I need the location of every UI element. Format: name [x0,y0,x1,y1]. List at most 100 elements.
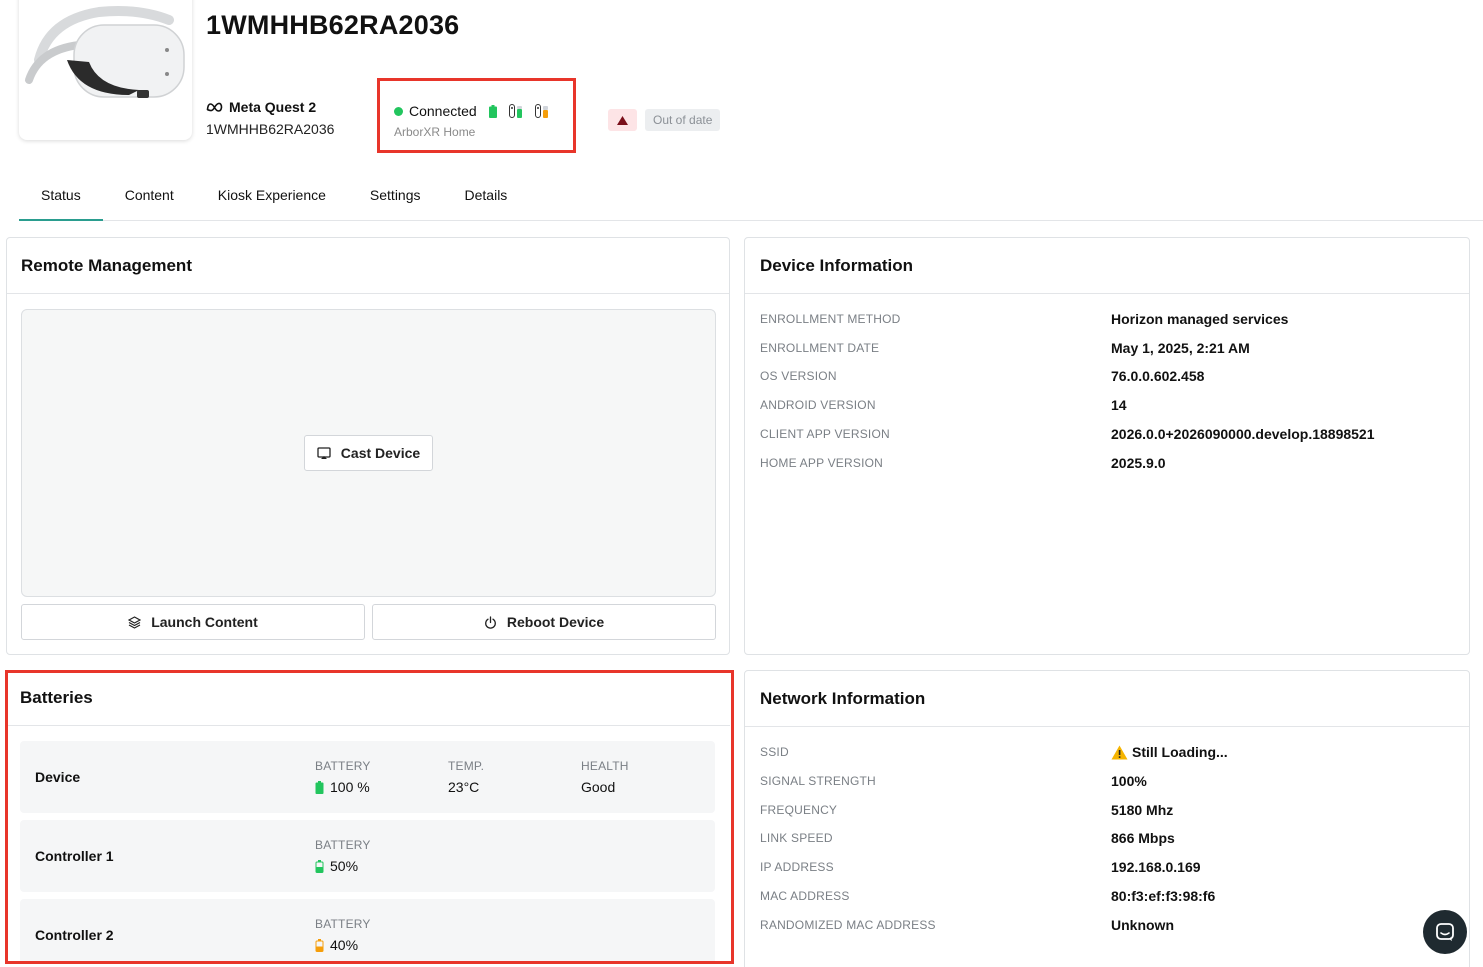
chat-icon [1436,923,1454,941]
info-row-randomized-mac-address: RANDOMIZED MAC ADDRESS Unknown [760,915,1460,935]
model-name: Meta Quest 2 [206,99,316,115]
warning-triangle-icon [617,115,628,125]
info-label: ENROLLMENT METHOD [760,312,901,326]
chat-support-button[interactable] [1423,910,1467,954]
battery-row-controller-1: Controller 1 BATTERY 50% [20,820,715,892]
network-information-title: Network Information [745,671,1469,727]
info-row-client-app-version: CLIENT APP VERSION 2026.0.0+2026090000.d… [760,424,1460,444]
device-information-title: Device Information [745,238,1469,294]
info-value: 5180 Mhz [1111,802,1174,818]
battery-label: BATTERY [315,838,371,852]
cast-preview-area: Cast Device [21,309,716,597]
controller-2-battery-icon [534,104,549,118]
battery-col: BATTERY 50% [315,838,371,874]
temp-label: TEMP. [448,759,485,773]
info-row-os-version: OS VERSION 76.0.0.602.458 [760,366,1460,386]
battery-row-name: Device [35,769,81,785]
tab-settings[interactable]: Settings [348,175,443,220]
info-label: SSID [760,745,789,759]
reboot-device-label: Reboot Device [506,614,605,630]
battery-percent: 40% [330,937,359,953]
cast-device-button[interactable]: Cast Device [304,435,433,471]
temp-col: TEMP. 23°C [448,759,484,795]
warning-badge[interactable] [608,109,637,131]
health-label: HEALTH [581,759,629,773]
connection-subtitle: ArborXR Home [394,125,476,139]
info-row-ssid: SSID Still Loading... [760,742,1460,762]
warning-icon [1111,745,1128,759]
info-value: Still Loading... [1111,744,1228,760]
info-value: 2025.9.0 [1111,455,1166,471]
reboot-device-button[interactable]: Reboot Device [372,604,716,640]
info-label: MAC ADDRESS [760,889,850,903]
battery-value: 40% [315,937,371,953]
battery-half-icon [315,859,324,873]
meta-logo-icon [206,102,223,112]
model-label: Meta Quest 2 [229,99,317,115]
info-row-enrollment-date: ENROLLMENT DATE May 1, 2025, 2:21 AM [760,338,1460,358]
battery-value: 100 % [315,779,371,795]
info-label: OS VERSION [760,369,837,383]
network-information-card: Network Information SSID Still Loading..… [744,670,1470,967]
connection-status-box: Connected ArborXR Home [377,78,576,153]
battery-full-icon [315,780,324,794]
info-row-enrollment-method: ENROLLMENT METHOD Horizon managed servic… [760,309,1460,329]
connected-dot-icon [394,106,403,116]
device-title: 1WMHHB62RA2036 [206,10,460,40]
battery-label: BATTERY [315,759,371,773]
headset-image [25,6,185,98]
info-row-link-speed: LINK SPEED 866 Mbps [760,828,1460,848]
out-of-date-badge[interactable]: Out of date [645,109,721,131]
info-label: FREQUENCY [760,803,838,817]
cast-icon [317,446,331,459]
launch-content-button[interactable]: Launch Content [21,604,365,640]
info-row-frequency: FREQUENCY 5180 Mhz [760,800,1460,820]
info-value: Unknown [1111,917,1174,933]
info-row-mac-address: MAC ADDRESS 80:f3:ef:f3:98:f6 [760,886,1460,906]
info-label: HOME APP VERSION [760,456,884,470]
info-row-signal-strength: SIGNAL STRENGTH 100% [760,771,1460,791]
battery-col: BATTERY 100 % [315,759,371,795]
info-label: CLIENT APP VERSION [760,427,890,441]
info-value: Horizon managed services [1111,311,1289,327]
battery-row-controller-2: Controller 2 BATTERY 40% [20,899,715,961]
info-value: May 1, 2025, 2:21 AM [1111,340,1250,356]
info-label: RANDOMIZED MAC ADDRESS [760,918,936,932]
tab-details[interactable]: Details [443,175,530,220]
battery-percent: 50% [330,858,359,874]
battery-label: BATTERY [315,917,371,931]
info-value: 2026.0.0+2026090000.develop.18898521 [1111,426,1375,442]
info-row-home-app-version: HOME APP VERSION 2025.9.0 [760,453,1460,473]
device-information-card: Device Information ENROLLMENT METHOD Hor… [744,237,1470,655]
battery-row-device: Device BATTERY 100 % TEMP. 23°C HEALTH G… [20,741,715,813]
info-value: 866 Mbps [1111,830,1175,846]
tab-kiosk-experience[interactable]: Kiosk Experience [196,175,348,220]
info-label: IP ADDRESS [760,860,834,874]
info-value: 76.0.0.602.458 [1111,368,1205,384]
device-battery-icon [488,104,497,118]
info-row-android-version: ANDROID VERSION 14 [760,395,1460,415]
battery-row-name: Controller 1 [35,848,114,864]
remote-management-card: Remote Management Cast Device Launch Con… [6,237,730,655]
info-label: SIGNAL STRENGTH [760,774,876,788]
info-value: 80:f3:ef:f3:98:f6 [1111,888,1216,904]
info-value: 192.168.0.169 [1111,859,1201,875]
tab-content[interactable]: Content [103,175,196,220]
temp-value: 23°C [448,779,480,795]
serial-number: 1WMHHB62RA2036 [206,121,335,137]
launch-content-label: Launch Content [151,614,258,630]
tab-status[interactable]: Status [19,175,103,221]
ssid-value: Still Loading... [1132,744,1228,760]
connection-status-label: Connected [409,103,477,119]
health-value: Good [581,779,616,795]
battery-col: BATTERY 40% [315,917,371,953]
info-value: 100% [1111,773,1147,789]
info-label: ANDROID VERSION [760,398,876,412]
power-icon [484,615,496,629]
info-label: ENROLLMENT DATE [760,341,880,355]
info-row-ip-address: IP ADDRESS 192.168.0.169 [760,857,1460,877]
info-label: LINK SPEED [760,831,833,845]
battery-value: 50% [315,858,371,874]
health-col: HEALTH Good [581,759,629,795]
layers-icon [128,615,142,629]
